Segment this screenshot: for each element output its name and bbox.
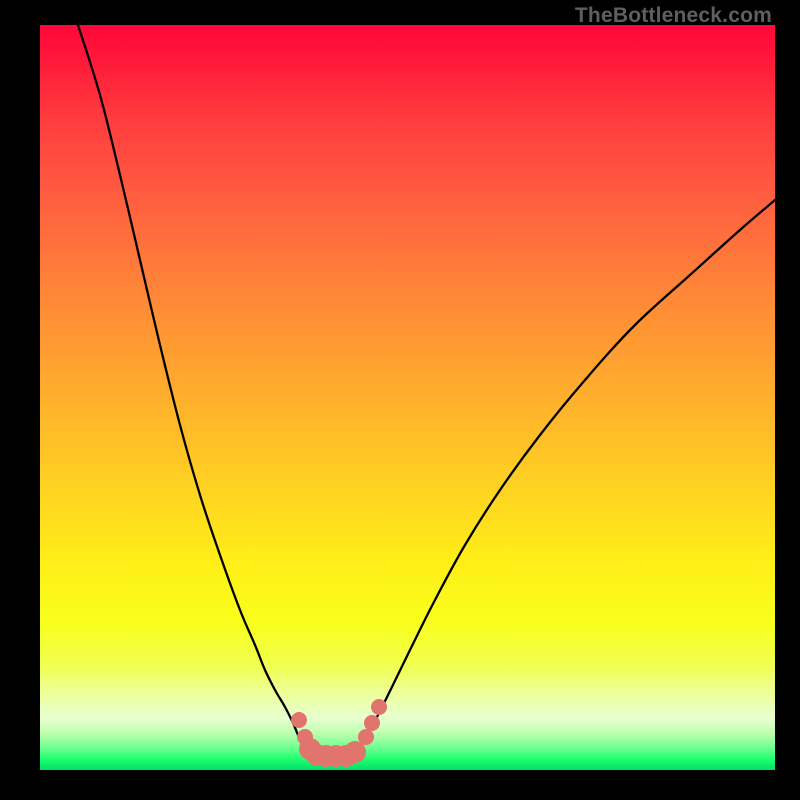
bottleneck-curve-left (78, 25, 305, 749)
trough-markers (291, 699, 387, 767)
watermark-text: TheBottleneck.com (575, 4, 772, 28)
plot-area (40, 25, 775, 770)
chart-svg (40, 25, 775, 770)
bottleneck-curve-right (359, 200, 775, 749)
chart-frame: TheBottleneck.com (0, 0, 800, 800)
